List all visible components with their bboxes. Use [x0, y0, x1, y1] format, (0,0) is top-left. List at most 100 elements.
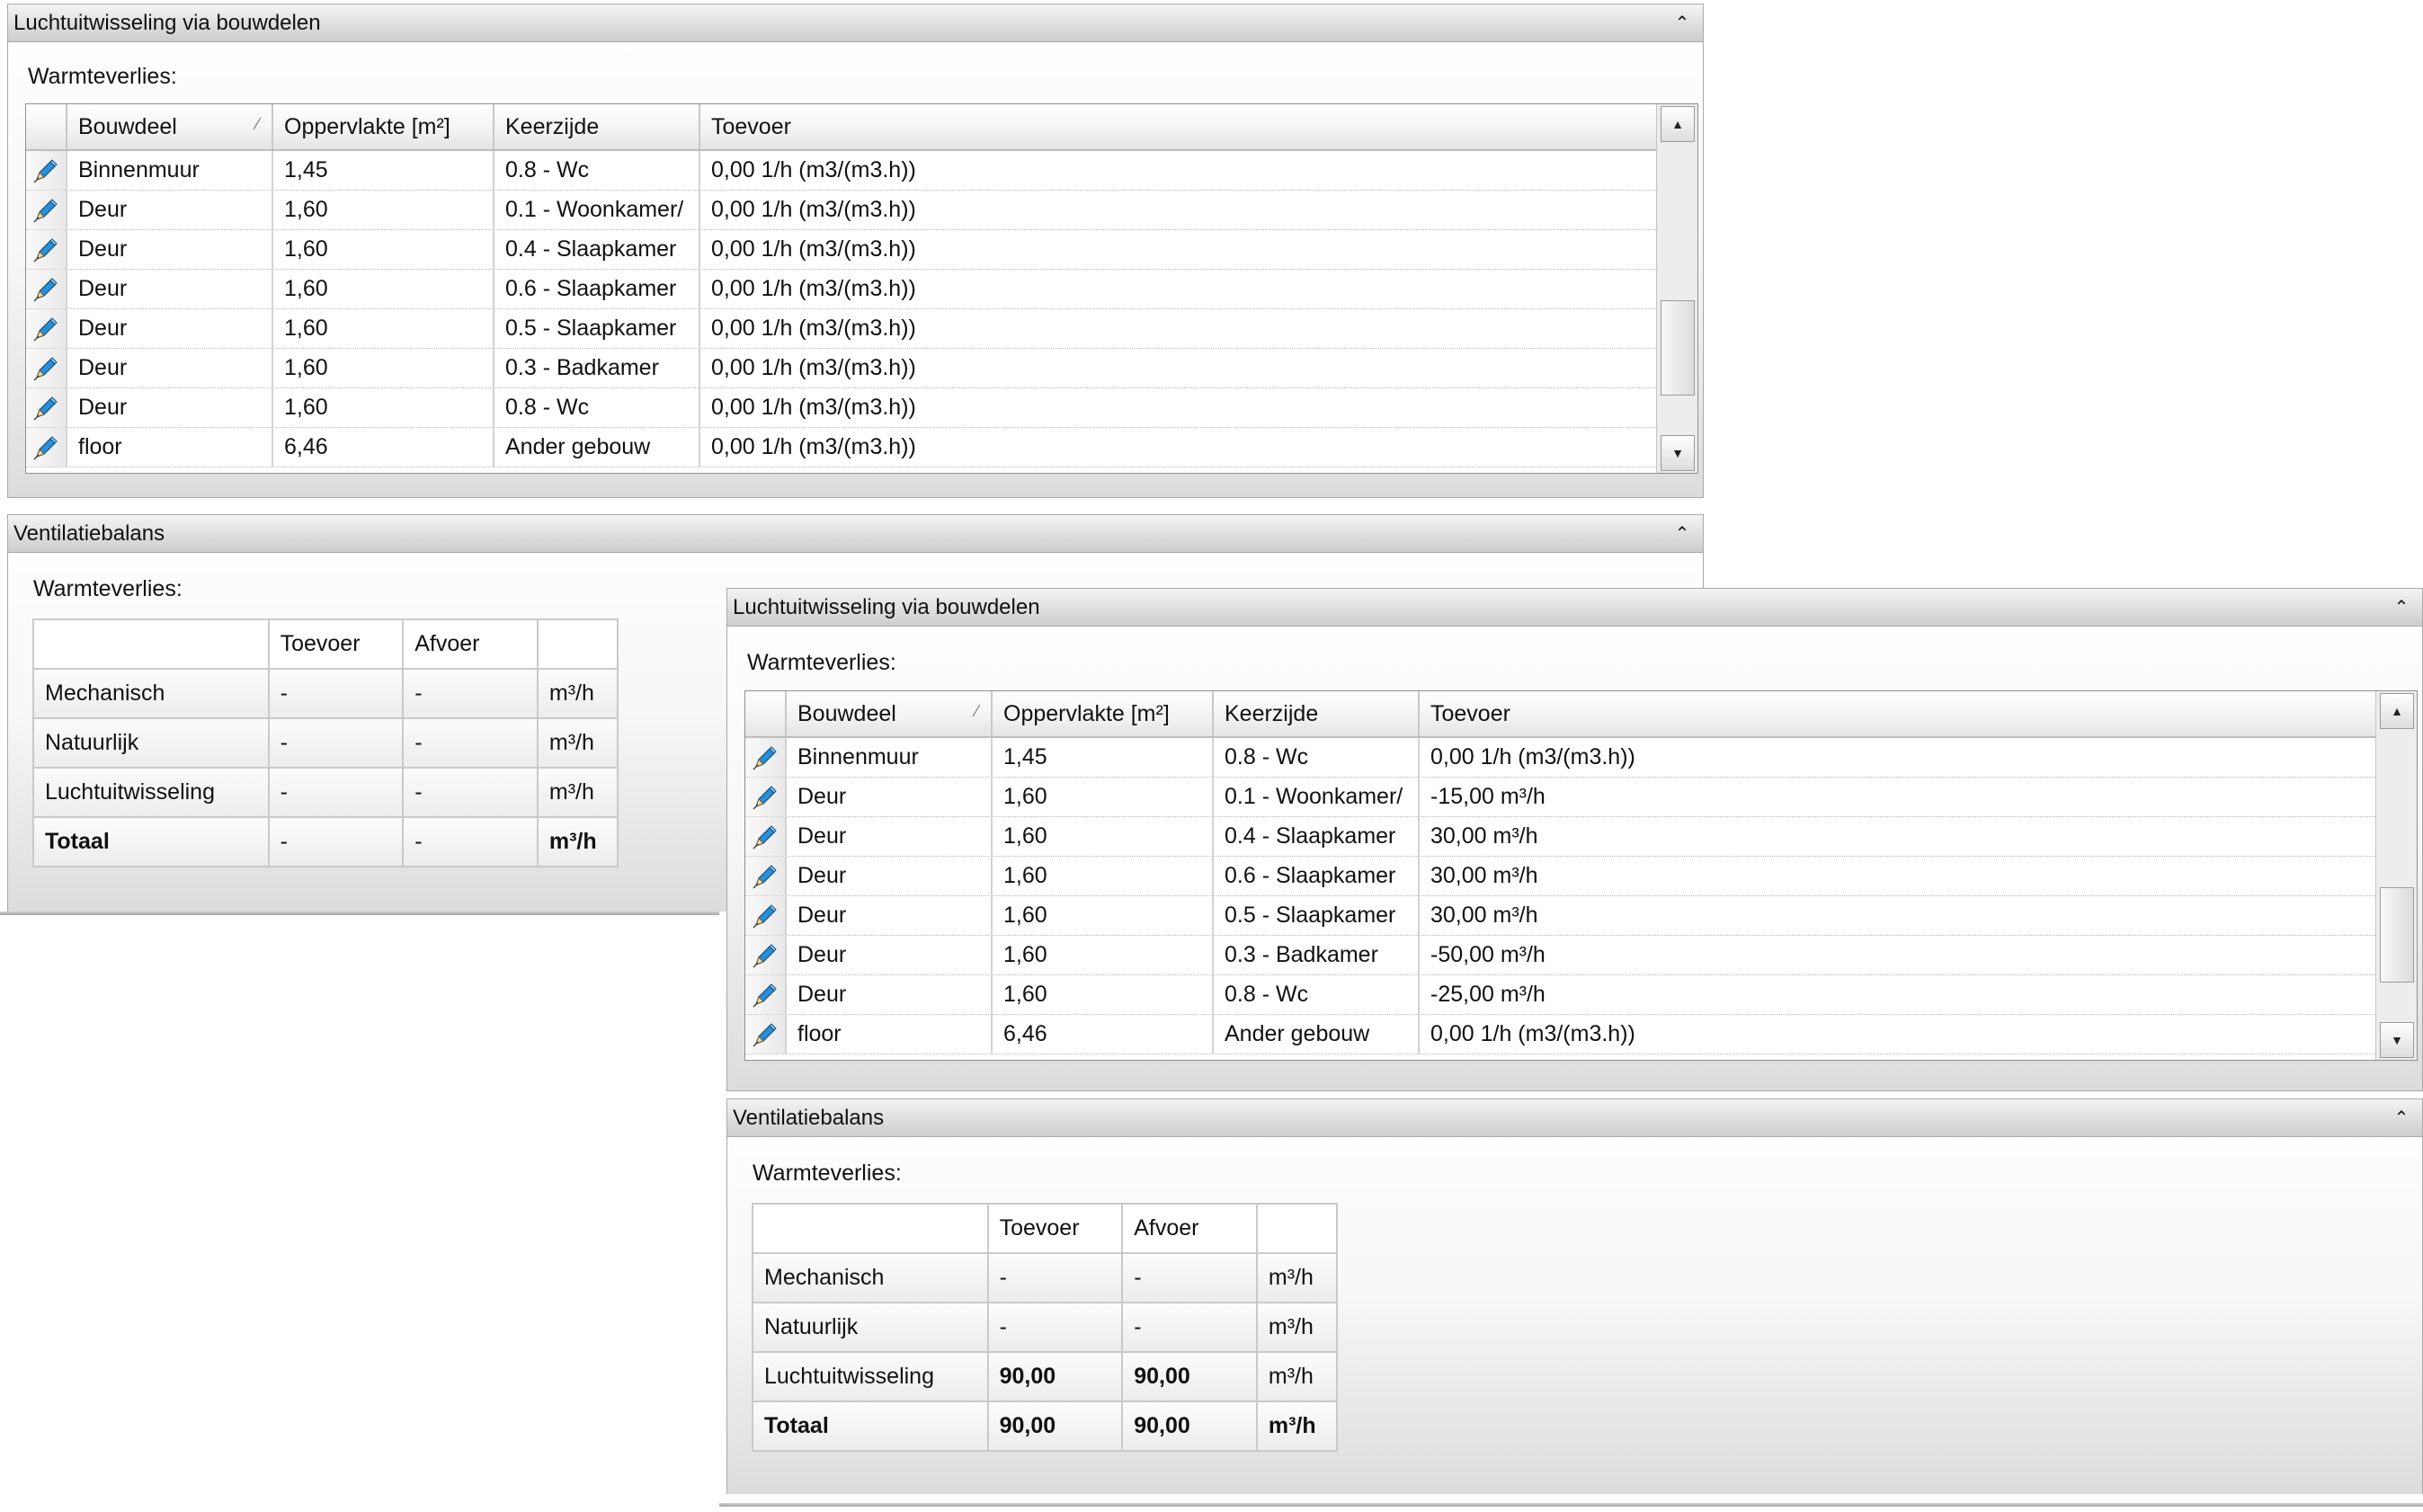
cell-bouwdeel[interactable]: Deur — [67, 388, 273, 427]
row-edit-button[interactable] — [745, 896, 787, 935]
cell-keerzijde[interactable]: 0.3 - Badkamer — [1214, 936, 1420, 974]
cell-oppervlakte[interactable]: 1,60 — [993, 817, 1214, 856]
cell-bouwdeel[interactable]: Deur — [787, 817, 993, 856]
table-row[interactable]: Deur 1,60 0.1 - Woonkamer/0,00 1/h (m3/(m3… — [26, 191, 1658, 230]
cell-bouwdeel[interactable]: Binnenmuur — [787, 738, 993, 777]
row-edit-button[interactable] — [745, 817, 787, 856]
cell-oppervlakte[interactable]: 1,60 — [273, 309, 494, 348]
cell-keerzijde[interactable]: 0.5 - Slaapkamer — [494, 309, 700, 348]
cell-toevoer[interactable]: -15,00 m³/h — [1420, 778, 2377, 816]
cell-keerzijde[interactable]: 0.6 - Slaapkamer — [494, 270, 700, 308]
cell-bouwdeel[interactable]: Deur — [787, 936, 993, 974]
cell-bouwdeel[interactable]: Deur — [787, 975, 993, 1014]
cell-keerzijde[interactable]: 0.4 - Slaapkamer — [1214, 817, 1420, 856]
cell-toevoer[interactable]: 0,00 1/h (m3/(m3.h)) — [700, 388, 1658, 427]
table-row[interactable]: Deur 1,60 0.3 - Badkamer -50,00 m³/h — [745, 936, 2377, 975]
cell-toevoer[interactable]: 0,00 1/h (m3/(m3.h)) — [700, 309, 1658, 348]
table-row[interactable]: floor 6,46 Ander gebouw 0,00 1/h (m3/(m3.h)… — [26, 428, 1658, 467]
scroll-up-arrow-icon[interactable]: ▲ — [1661, 106, 1695, 142]
cell-bouwdeel[interactable]: Deur — [787, 778, 993, 816]
cell-bouwdeel[interactable]: Deur — [67, 230, 273, 269]
row-edit-button[interactable] — [26, 428, 67, 467]
table-row[interactable]: Deur 1,60 0.5 - Slaapkamer 30,00 m³/h — [745, 896, 2377, 936]
row-edit-button[interactable] — [26, 270, 67, 308]
table-row[interactable]: Deur 1,60 0.3 - Badkamer 0,00 1/h (m3/(m3.h… — [26, 349, 1658, 388]
cell-toevoer[interactable]: -50,00 m³/h — [1420, 936, 2377, 974]
cell-oppervlakte[interactable]: 1,60 — [993, 778, 1214, 816]
cell-toevoer[interactable]: -25,00 m³/h — [1420, 975, 2377, 1014]
cell-keerzijde[interactable]: 0.8 - Wc — [494, 388, 700, 427]
cell-oppervlakte[interactable]: 1,60 — [273, 230, 494, 269]
air-exchange-panel-header[interactable]: Luchtuitwisseling via bouwdelen ⌃ — [727, 589, 2422, 627]
column-header-oppervlakte[interactable]: Oppervlakte [m²] — [993, 691, 1214, 736]
cell-oppervlakte[interactable]: 1,60 — [993, 975, 1214, 1014]
row-edit-button[interactable] — [26, 151, 67, 190]
ventilation-balance-panel-header[interactable]: Ventilatiebalans ⌃ — [8, 515, 1703, 553]
ventilation-balance-panel-header[interactable]: Ventilatiebalans ⌃ — [727, 1099, 2422, 1137]
cell-keerzijde[interactable]: 0.3 - Badkamer — [494, 349, 700, 387]
table-row[interactable]: floor 6,46 Ander gebouw 0,00 1/h (m3/(m3.h)… — [745, 1015, 2377, 1054]
table-row[interactable]: Deur 1,60 0.4 - Slaapkamer 30,00 m³/h — [745, 817, 2377, 857]
double-chevron-up-icon[interactable]: ⌃ — [2390, 594, 2413, 621]
row-edit-button[interactable] — [745, 738, 787, 777]
column-header-bouwdeel[interactable]: Bouwdeel ⁄ — [67, 104, 273, 149]
cell-bouwdeel[interactable]: Deur — [787, 857, 993, 895]
row-edit-button[interactable] — [26, 309, 67, 348]
scrollbar-thumb[interactable] — [1661, 300, 1695, 396]
column-header-toevoer[interactable]: Toevoer — [1420, 691, 2377, 736]
cell-oppervlakte[interactable]: 1,60 — [273, 270, 494, 308]
cell-toevoer[interactable]: 0,00 1/h (m3/(m3.h)) — [700, 151, 1658, 190]
cell-bouwdeel[interactable]: Deur — [787, 896, 993, 935]
scroll-up-arrow-icon[interactable]: ▲ — [2380, 693, 2414, 729]
air-exchange-panel-header[interactable]: Luchtuitwisseling via bouwdelen ⌃ — [8, 4, 1703, 42]
row-edit-button[interactable] — [745, 857, 787, 895]
table-row[interactable]: Deur 1,60 0.5 - Slaapkamer 0,00 1/h (m3/(m3… — [26, 309, 1658, 349]
cell-toevoer[interactable]: 30,00 m³/h — [1420, 896, 2377, 935]
cell-oppervlakte[interactable]: 1,60 — [993, 936, 1214, 974]
cell-oppervlakte[interactable]: 6,46 — [273, 428, 494, 467]
row-edit-button[interactable] — [745, 975, 787, 1014]
table-row[interactable]: Deur 1,60 0.8 - Wc 0,00 1/h (m3/(m3.h)) — [26, 388, 1658, 428]
row-edit-button[interactable] — [745, 936, 787, 974]
cell-oppervlakte[interactable]: 1,45 — [273, 151, 494, 190]
cell-keerzijde[interactable]: 0.8 - Wc — [494, 151, 700, 190]
cell-keerzijde[interactable]: 0.1 - Woonkamer/ — [494, 191, 700, 229]
cell-oppervlakte[interactable]: 6,46 — [993, 1015, 1214, 1054]
double-chevron-up-icon[interactable]: ⌃ — [1670, 520, 1694, 547]
cell-toevoer[interactable]: 0,00 1/h (m3/(m3.h)) — [700, 230, 1658, 269]
table-row[interactable]: Deur 1,60 0.6 - Slaapkamer 30,00 m³/h — [745, 857, 2377, 896]
cell-keerzijde[interactable]: 0.8 - Wc — [1214, 975, 1420, 1014]
cell-oppervlakte[interactable]: 1,60 — [993, 896, 1214, 935]
row-edit-button[interactable] — [26, 191, 67, 229]
scroll-down-arrow-icon[interactable]: ▼ — [2380, 1022, 2414, 1058]
cell-toevoer[interactable]: 0,00 1/h (m3/(m3.h)) — [700, 428, 1658, 467]
scrollbar-thumb[interactable] — [2380, 887, 2414, 983]
cell-bouwdeel[interactable]: Deur — [67, 349, 273, 387]
row-edit-button[interactable] — [26, 230, 67, 269]
vertical-scrollbar[interactable]: ▲ ▼ — [2375, 691, 2417, 1060]
cell-oppervlakte[interactable]: 1,45 — [993, 738, 1214, 777]
column-header-toevoer[interactable]: Toevoer — [700, 104, 1658, 149]
column-header-keerzijde[interactable]: Keerzijde — [1214, 691, 1420, 736]
cell-keerzijde[interactable]: 0.1 - Woonkamer/ — [1214, 778, 1420, 816]
table-row[interactable]: Deur 1,60 0.6 - Slaapkamer 0,00 1/h (m3/(m3… — [26, 270, 1658, 309]
row-edit-button[interactable] — [745, 778, 787, 816]
cell-keerzijde[interactable]: Ander gebouw — [494, 428, 700, 467]
cell-keerzijde[interactable]: Ander gebouw — [1214, 1015, 1420, 1054]
table-row[interactable]: Deur 1,60 0.8 - Wc -25,00 m³/h — [745, 975, 2377, 1015]
column-header-keerzijde[interactable]: Keerzijde — [494, 104, 700, 149]
row-edit-button[interactable] — [745, 1015, 787, 1054]
table-row[interactable]: Binnenmuur 1,45 0.8 - Wc 0,00 1/h (m3/(m3.h… — [26, 151, 1658, 191]
cell-oppervlakte[interactable]: 1,60 — [993, 857, 1214, 895]
cell-oppervlakte[interactable]: 1,60 — [273, 191, 494, 229]
cell-keerzijde[interactable]: 0.5 - Slaapkamer — [1214, 896, 1420, 935]
double-chevron-up-icon[interactable]: ⌃ — [2390, 1105, 2413, 1132]
table-row[interactable]: Deur 1,60 0.4 - Slaapkamer 0,00 1/h (m3/(m3… — [26, 230, 1658, 270]
cell-bouwdeel[interactable]: Binnenmuur — [67, 151, 273, 190]
cell-bouwdeel[interactable]: Deur — [67, 309, 273, 348]
cell-toevoer[interactable]: 0,00 1/h (m3/(m3.h)) — [1420, 1015, 2377, 1054]
row-edit-button[interactable] — [26, 349, 67, 387]
cell-bouwdeel[interactable]: floor — [67, 428, 273, 467]
cell-toevoer[interactable]: 0,00 1/h (m3/(m3.h)) — [700, 270, 1658, 308]
scroll-down-arrow-icon[interactable]: ▼ — [1661, 435, 1695, 471]
